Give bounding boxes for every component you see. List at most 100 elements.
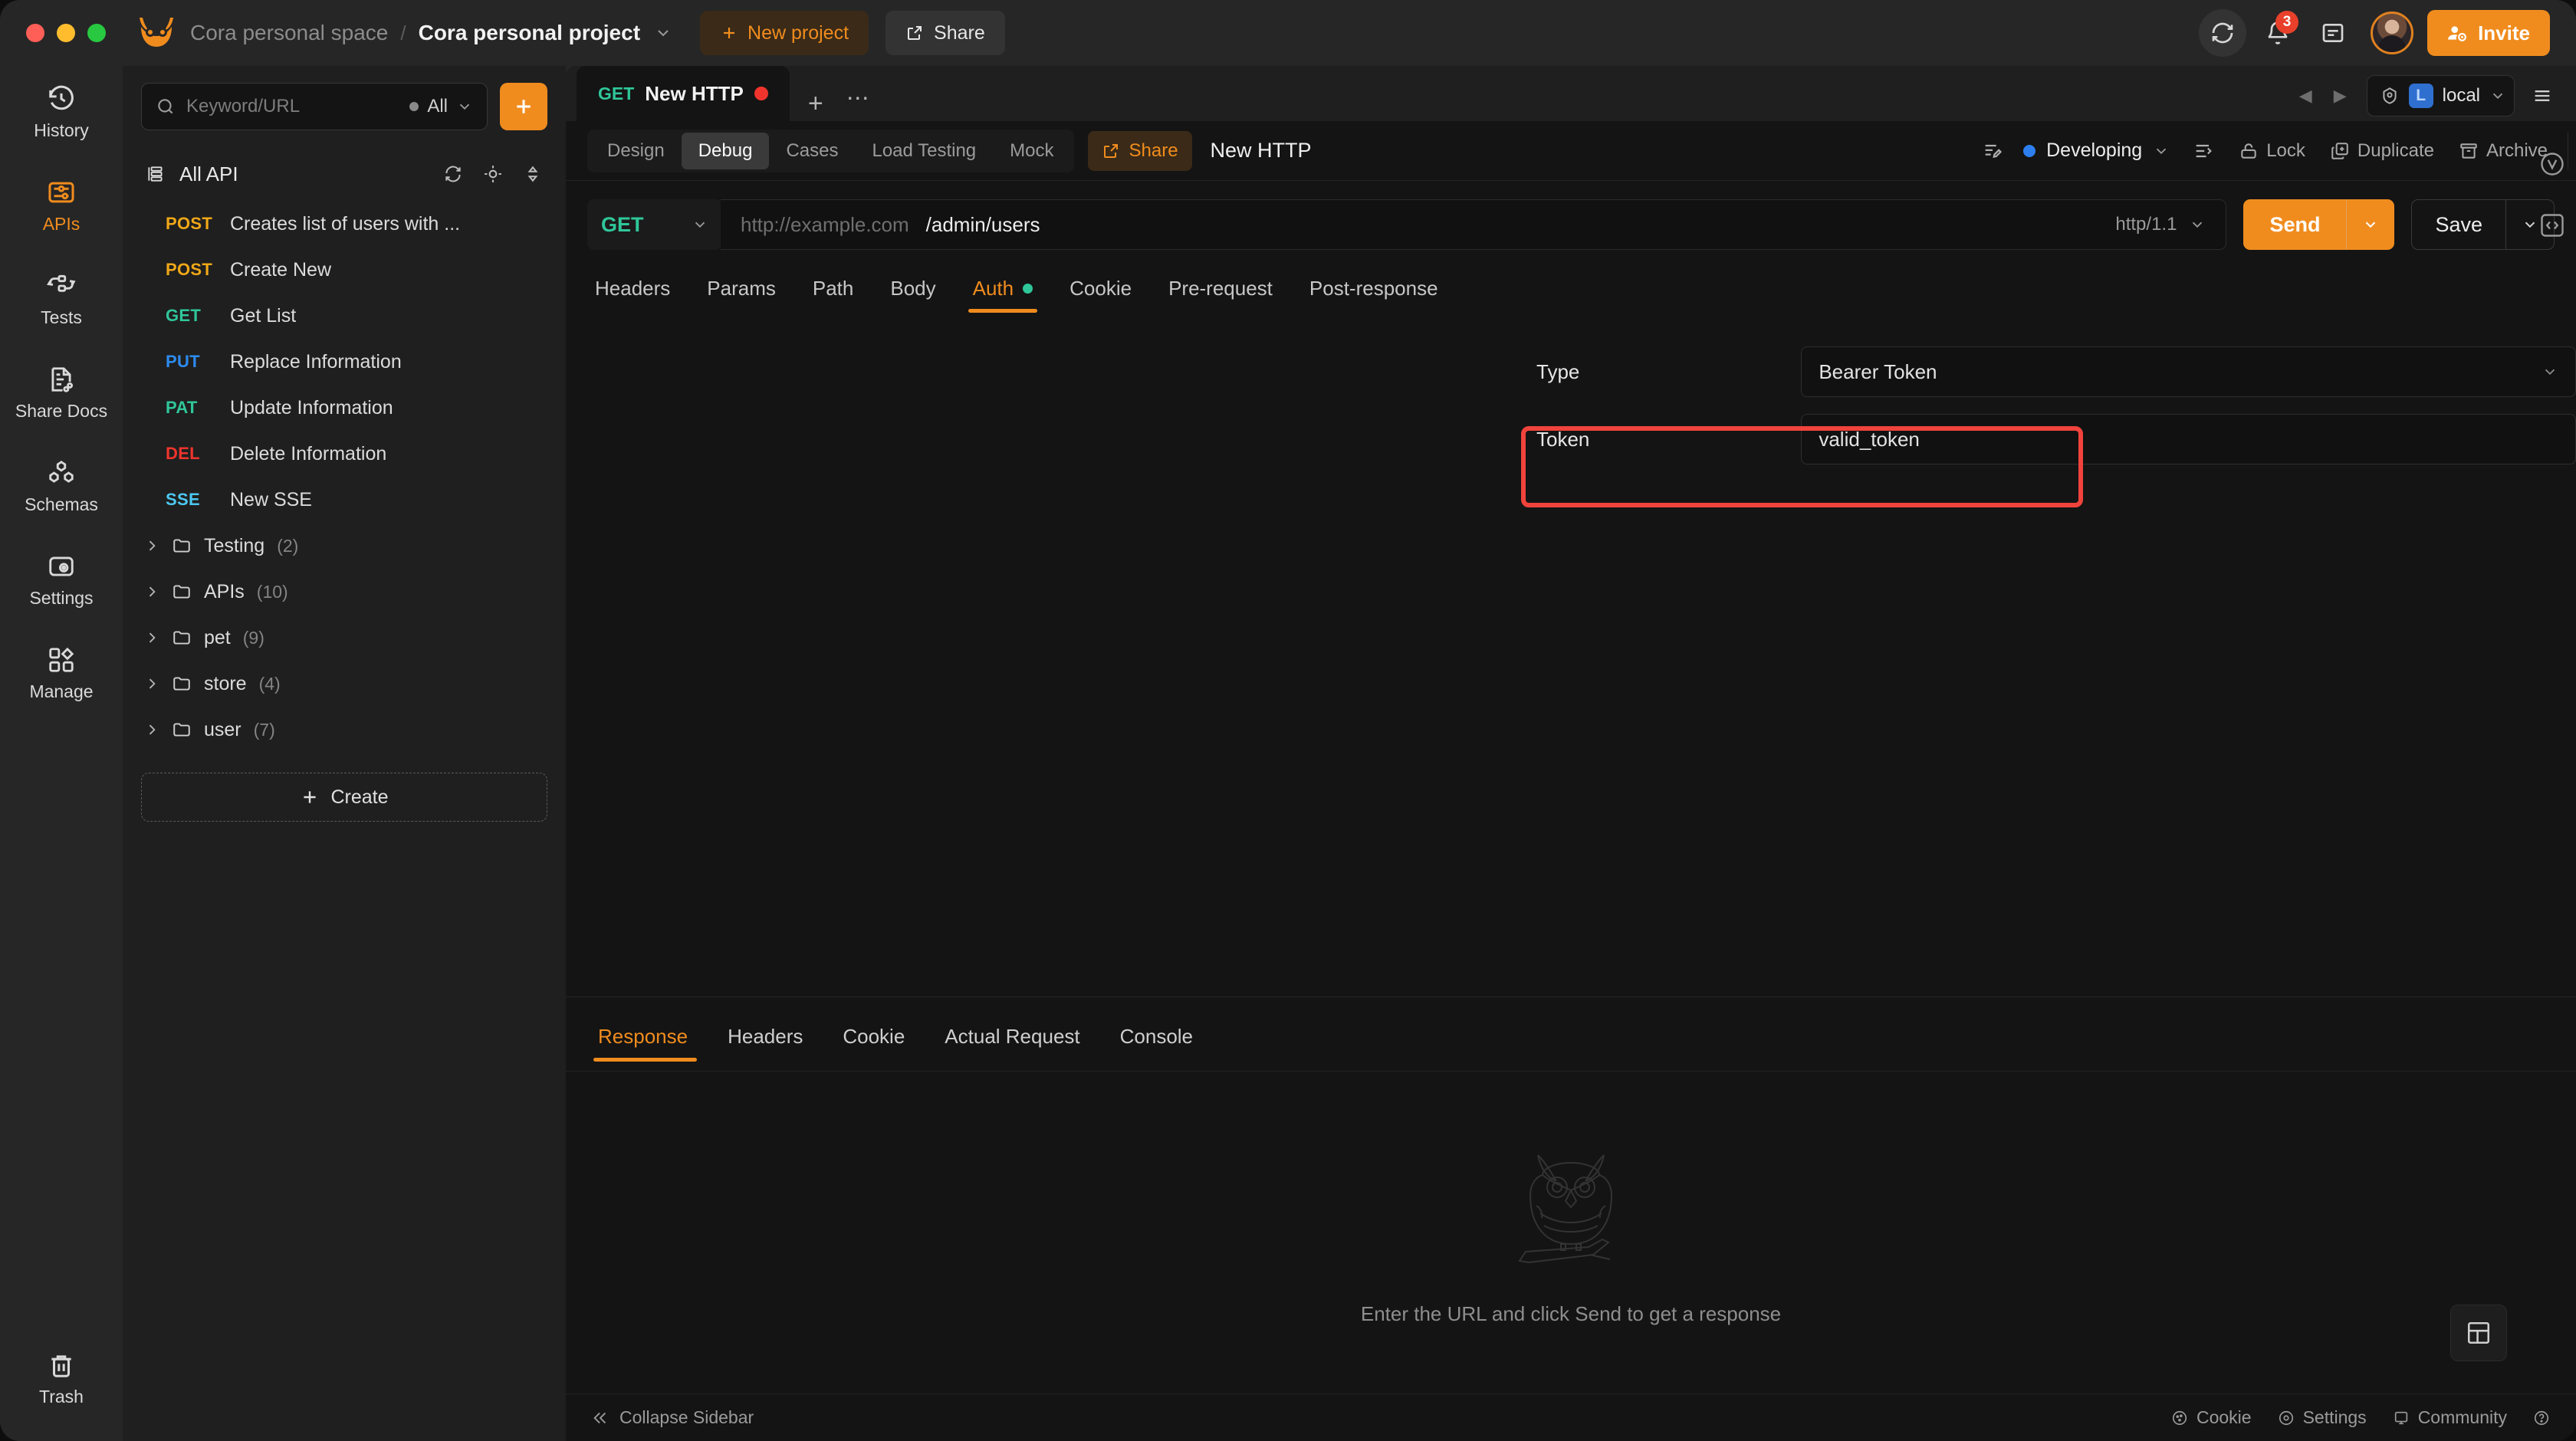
maximize-window-button[interactable]	[87, 24, 106, 42]
tab-response-cookie[interactable]: Cookie	[823, 1014, 925, 1059]
locate-icon[interactable]	[483, 164, 503, 184]
nav-forward-button[interactable]: ▶	[2323, 86, 2358, 106]
search-input[interactable]: Keyword/URL All	[141, 83, 488, 130]
nav-back-button[interactable]: ◀	[2288, 86, 2323, 106]
invite-button[interactable]: Invite	[2427, 10, 2550, 56]
duplicate-button[interactable]: Duplicate	[2318, 140, 2446, 162]
new-tab-button[interactable]: +	[790, 90, 839, 121]
sort-icon[interactable]	[523, 164, 543, 184]
api-name: Get List	[230, 304, 297, 327]
list-item[interactable]: PUT Replace Information	[123, 339, 566, 385]
close-window-button[interactable]	[26, 24, 44, 42]
collapse-sidebar-button[interactable]: Collapse Sidebar	[592, 1407, 754, 1428]
sidebar-item-label: Schemas	[25, 494, 98, 514]
share-doc-button[interactable]: Share	[1087, 130, 1192, 171]
tab-headers[interactable]: Headers	[587, 267, 688, 310]
list-item[interactable]: store (4)	[123, 661, 566, 707]
avatar[interactable]	[2371, 11, 2414, 54]
tab-cases[interactable]: Cases	[769, 133, 855, 169]
sidebar-item-settings[interactable]: Settings	[0, 541, 123, 616]
list-item[interactable]: POST Creates list of users with ...	[123, 201, 566, 247]
sidebar-item-manage[interactable]: Manage	[0, 635, 123, 710]
filter-dropdown[interactable]: All	[409, 96, 473, 117]
community-button[interactable]: Community	[2393, 1407, 2507, 1428]
edit-description-button[interactable]	[1970, 140, 2016, 162]
panel-toggle-button[interactable]	[2309, 9, 2357, 57]
status-label: Developing	[2046, 140, 2143, 161]
tab-auth[interactable]: Auth	[955, 267, 1052, 313]
notifications-button[interactable]: 3	[2254, 9, 2302, 57]
environment-selector[interactable]: L local	[2366, 75, 2515, 117]
url-input[interactable]: http://example.com /admin/users http/1.1	[721, 199, 2227, 250]
auth-token-input[interactable]: valid_token	[1801, 414, 2576, 464]
tab-actual-request[interactable]: Actual Request	[925, 1014, 1099, 1059]
tests-icon	[47, 274, 76, 292]
layout-toggle-button[interactable]	[2450, 1305, 2507, 1361]
tab-body[interactable]: Body	[872, 267, 954, 310]
send-options-button[interactable]	[2347, 216, 2394, 233]
list-item[interactable]: POST Create New	[123, 247, 566, 293]
refresh-icon[interactable]	[443, 164, 463, 184]
sidebar-item-schemas[interactable]: Schemas	[0, 448, 123, 523]
version-button[interactable]	[2538, 150, 2566, 178]
tab-console[interactable]: Console	[1100, 1014, 1213, 1059]
list-item[interactable]: pet (9)	[123, 615, 566, 661]
breadcrumb-project[interactable]: Cora personal project	[419, 21, 640, 45]
tab-mock[interactable]: Mock	[993, 133, 1070, 169]
plus-icon	[304, 791, 317, 803]
sidebar-item-trash[interactable]: Trash	[0, 1340, 123, 1415]
send-button[interactable]: Send	[2243, 199, 2395, 250]
list-item[interactable]: APIs (10)	[123, 569, 566, 615]
minimize-window-button[interactable]	[57, 24, 75, 42]
tab-params[interactable]: Params	[688, 267, 794, 310]
tab-debug[interactable]: Debug	[681, 132, 770, 169]
settings-button[interactable]: Settings	[2278, 1407, 2367, 1428]
tab-path[interactable]: Path	[794, 267, 872, 310]
share-project-button[interactable]: Share	[886, 11, 1005, 55]
tab-load-testing[interactable]: Load Testing	[855, 133, 993, 169]
page-title[interactable]: New HTTP	[1211, 139, 1312, 162]
all-api-header[interactable]: All API	[123, 147, 566, 201]
method-selector[interactable]: GET	[587, 199, 722, 250]
search-placeholder: Keyword/URL	[186, 96, 301, 117]
list-item[interactable]: SSE New SSE	[123, 477, 566, 523]
tab-design[interactable]: Design	[590, 133, 682, 169]
sidebar-item-apis[interactable]: APIs	[0, 167, 123, 242]
status-badge[interactable]: Developing	[2016, 140, 2180, 162]
create-button[interactable]: Create	[141, 773, 547, 822]
list-item[interactable]: user (7)	[123, 707, 566, 753]
tab-cookie[interactable]: Cookie	[1051, 267, 1150, 310]
tab-label: Cookie	[1070, 276, 1132, 300]
outline-button[interactable]	[2180, 140, 2226, 162]
new-project-button[interactable]: New project	[700, 11, 869, 55]
window-controls[interactable]	[26, 24, 106, 42]
sidebar-item-share-docs[interactable]: Share Docs	[0, 354, 123, 429]
auth-type-label: Type	[1536, 359, 1580, 383]
auth-type-select[interactable]: Bearer Token	[1801, 346, 2576, 397]
document-tab[interactable]: GET New HTTP	[577, 66, 790, 121]
owl-illustration-icon	[1518, 1154, 1613, 1263]
add-api-button[interactable]	[500, 83, 547, 130]
version-icon	[2541, 153, 2564, 176]
breadcrumb-space[interactable]: Cora personal space	[190, 21, 388, 45]
api-name: Update Information	[230, 396, 393, 419]
tab-pre-request[interactable]: Pre-request	[1150, 267, 1291, 310]
code-snippet-button[interactable]	[2538, 212, 2566, 239]
protocol-selector[interactable]: http/1.1	[2115, 214, 2206, 235]
list-item[interactable]: Testing (2)	[123, 523, 566, 569]
tab-more-button[interactable]: ⋯	[839, 87, 877, 121]
chevron-down-icon[interactable]	[654, 24, 672, 42]
cookie-button[interactable]: Cookie	[2171, 1407, 2252, 1428]
sidebar-item-history[interactable]: History	[0, 74, 123, 149]
list-item[interactable]: PAT Update Information	[123, 385, 566, 431]
sidebar-item-tests[interactable]: Tests	[0, 261, 123, 336]
tab-response-headers[interactable]: Headers	[708, 1014, 823, 1059]
sync-button[interactable]	[2199, 9, 2247, 57]
tab-post-response[interactable]: Post-response	[1291, 267, 1457, 310]
lock-button[interactable]: Lock	[2226, 140, 2318, 162]
tab-response[interactable]: Response	[587, 1014, 708, 1062]
method-badge: PAT	[166, 398, 198, 417]
list-item[interactable]: DEL Delete Information	[123, 431, 566, 477]
list-item[interactable]: GET Get List	[123, 293, 566, 339]
chevron-right-icon	[149, 724, 156, 735]
